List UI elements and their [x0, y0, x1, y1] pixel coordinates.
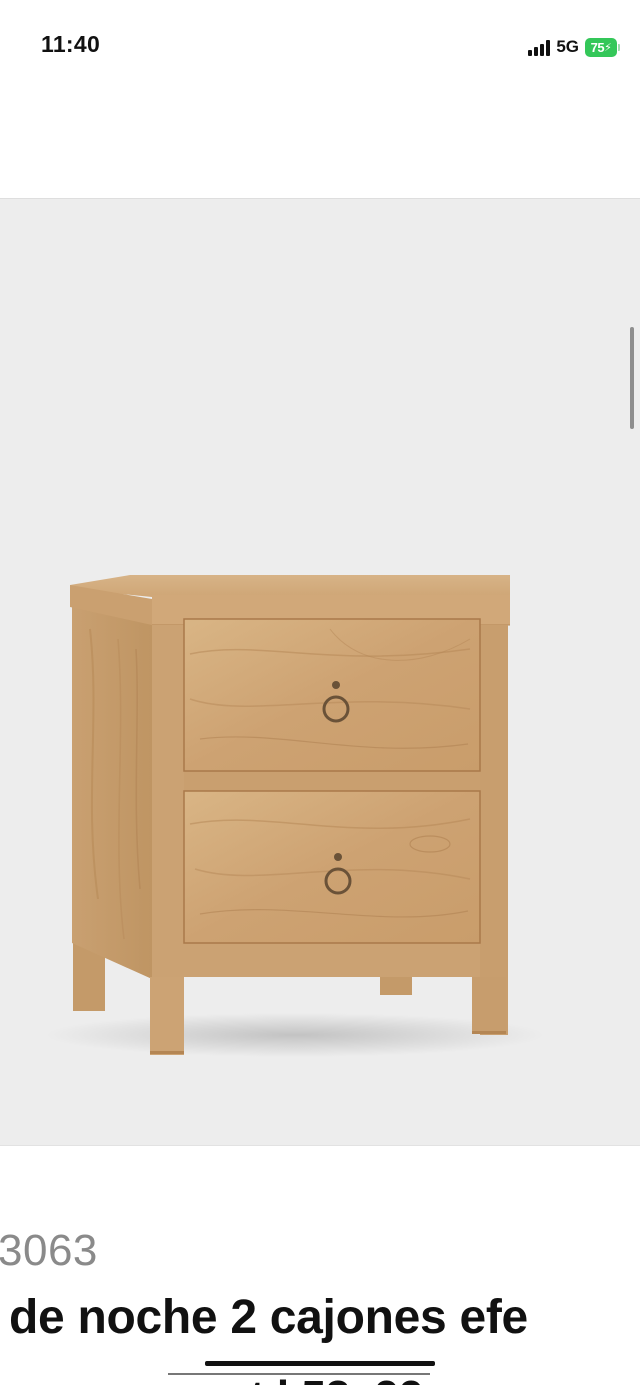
gallery-scrollbar[interactable]: [630, 327, 634, 429]
battery-charging-icon: 75 ⚡: [585, 37, 620, 57]
cellular-signal-icon: [528, 39, 551, 56]
price-area: t l 53. 99: [0, 1355, 640, 1385]
product-image[interactable]: [0, 199, 640, 1145]
battery-level: 75 ⚡: [585, 37, 617, 57]
network-type: 5G: [556, 37, 579, 56]
status-bar: 11:40 5G 75 ⚡: [0, 0, 640, 92]
product-price: t l 53. 99: [250, 1375, 424, 1385]
product-reference: 3063: [0, 1226, 98, 1275]
product-image-gallery[interactable]: [0, 198, 640, 1146]
product-title: de noche 2 cajones efe: [9, 1291, 528, 1344]
status-time: 11:40: [41, 31, 101, 57]
status-indicators: 5G 75 ⚡: [528, 36, 620, 58]
price-strike-line: [205, 1361, 435, 1366]
